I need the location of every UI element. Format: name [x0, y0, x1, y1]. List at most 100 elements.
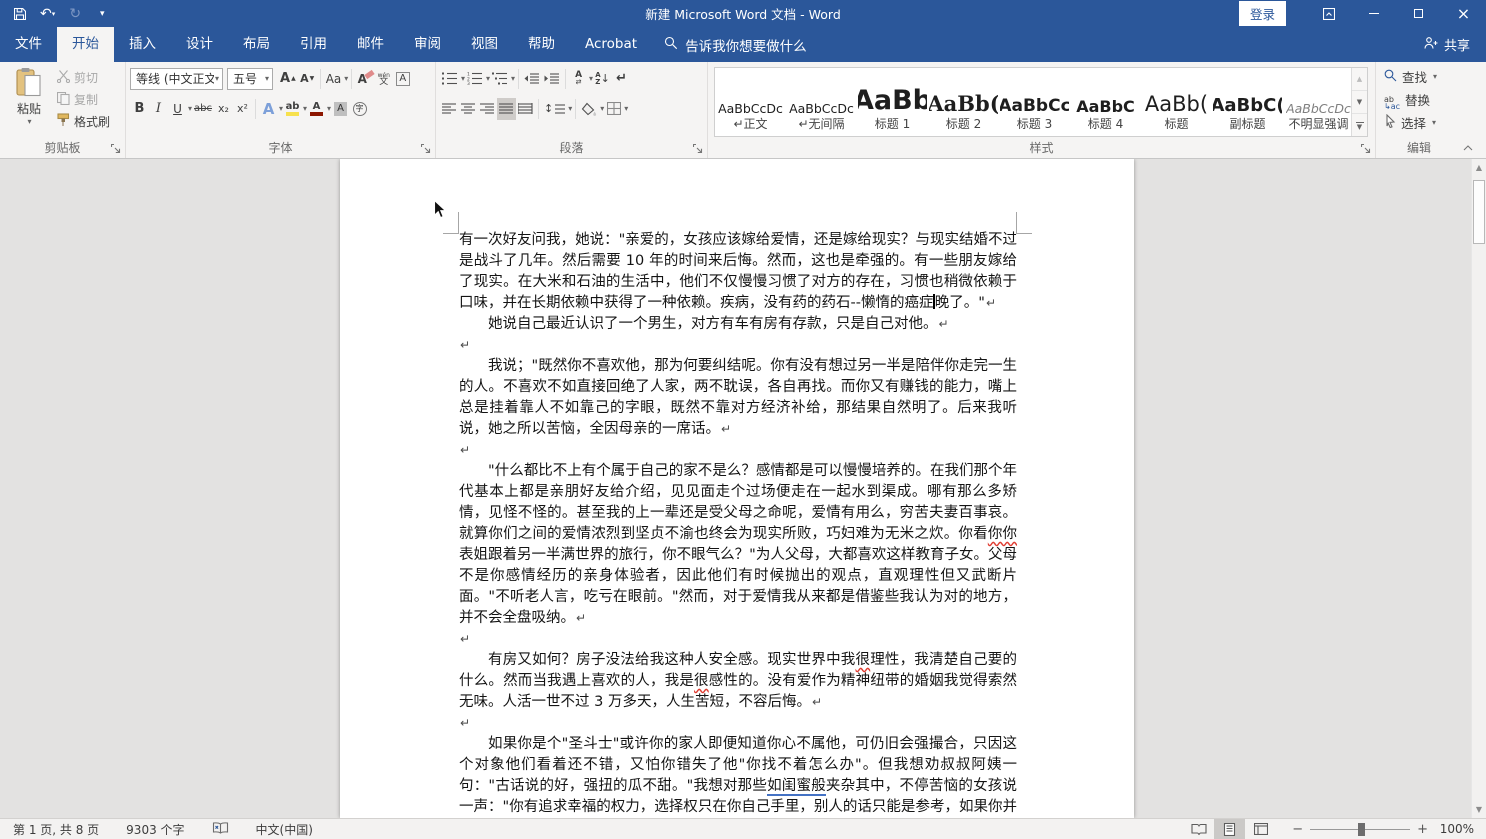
tab-home[interactable]: 开始: [57, 27, 114, 62]
page-indicator[interactable]: 第 1 页, 共 8 页: [13, 821, 99, 838]
gallery-more-icon[interactable]: ▼: [1352, 114, 1367, 136]
save-icon[interactable]: [13, 4, 27, 24]
style-item-7[interactable]: AaBbC(副标题: [1212, 68, 1283, 136]
style-item-4[interactable]: AaBbCc标题 3: [999, 68, 1070, 136]
sign-in-button[interactable]: 登录: [1239, 1, 1286, 26]
justify-button[interactable]: [497, 98, 516, 120]
language-indicator[interactable]: 中文(中国): [256, 821, 313, 838]
change-case-dropdown-icon[interactable]: ▾: [344, 74, 348, 83]
style-item-3[interactable]: AaBb(标题 2: [928, 68, 999, 136]
font-color-button[interactable]: A: [307, 98, 326, 120]
share-button[interactable]: 共享: [1424, 27, 1486, 62]
styles-dialog-launcher-icon[interactable]: [1360, 143, 1372, 155]
collapse-ribbon-icon[interactable]: [1459, 142, 1477, 154]
style-item-6[interactable]: AaBb(标题: [1141, 68, 1212, 136]
underline-button[interactable]: U: [168, 98, 187, 120]
tab-insert[interactable]: 插入: [114, 27, 171, 62]
scrollbar-thumb[interactable]: [1473, 180, 1485, 244]
change-case-button[interactable]: Aa: [324, 68, 344, 90]
font-dialog-launcher-icon[interactable]: [420, 143, 432, 155]
scroll-down-icon[interactable]: ▼: [1472, 801, 1486, 818]
style-item-5[interactable]: AaBbC标题 4: [1070, 68, 1141, 136]
cut-button[interactable]: 剪切: [57, 68, 110, 87]
paste-button[interactable]: 粘贴 ▾: [4, 65, 54, 131]
style-item-1[interactable]: AaBbCcDc↵无间隔: [786, 68, 857, 136]
italic-button[interactable]: I: [149, 98, 168, 120]
paragraph[interactable]: 她说自己最近认识了一个男生，对方有车有房有存款，只是自己对他。↵: [459, 314, 1017, 335]
strikethrough-button[interactable]: abc: [192, 98, 214, 120]
align-right-button[interactable]: [478, 98, 497, 120]
paragraph-dialog-launcher-icon[interactable]: [692, 143, 704, 155]
paste-dropdown-icon[interactable]: ▾: [27, 117, 31, 126]
sort-button[interactable]: AZ↓: [593, 68, 612, 90]
line-spacing-button[interactable]: ↕: [542, 98, 567, 120]
borders-button[interactable]: [604, 98, 623, 120]
paragraph[interactable]: 如果你是个"圣斗士"或许你的家人即便知道你心不属他，可仍旧会强撮合，只因这个对象…: [459, 734, 1017, 818]
select-button[interactable]: 选择 ▾: [1384, 111, 1460, 134]
bullets-button[interactable]: [440, 68, 460, 90]
clipboard-dialog-launcher-icon[interactable]: [110, 143, 122, 155]
style-item-0[interactable]: AaBbCcDc↵正文: [715, 68, 786, 136]
decrease-indent-button[interactable]: [522, 68, 542, 90]
undo-icon[interactable]: ↶▾: [40, 4, 55, 24]
paragraph[interactable]: 有一次好友问我，她说："亲爱的，女孩应该嫁给爱情，还是嫁给现实？与现实结婚不过是…: [459, 230, 1017, 314]
shrink-font-button[interactable]: A▼: [298, 68, 317, 90]
zoom-in-icon[interactable]: +: [1417, 822, 1428, 837]
copy-button[interactable]: 复制: [57, 90, 110, 109]
select-dropdown-icon[interactable]: ▾: [1432, 118, 1436, 127]
asian-layout-button[interactable]: A⇄: [569, 68, 588, 90]
find-button[interactable]: 查找 ▾: [1384, 65, 1460, 88]
gallery-down-icon[interactable]: ▼: [1352, 91, 1367, 114]
qat-customize-icon[interactable]: ▾: [95, 4, 109, 24]
subscript-button[interactable]: x₂: [214, 98, 233, 120]
style-item-8[interactable]: AaBbCcDc不明显强调: [1283, 68, 1351, 136]
font-size-combo[interactable]: 五号 ▾: [227, 68, 273, 90]
vertical-scrollbar[interactable]: ▲ ▼: [1471, 159, 1486, 818]
line-spacing-dropdown-icon[interactable]: ▾: [568, 104, 572, 113]
find-dropdown-icon[interactable]: ▾: [1433, 72, 1437, 81]
zoom-percentage[interactable]: 100%: [1434, 822, 1474, 836]
highlight-color-button[interactable]: ab: [283, 98, 302, 120]
web-layout-icon[interactable]: [1245, 819, 1276, 839]
word-count[interactable]: 9303 个字: [126, 821, 184, 838]
text-effects-button[interactable]: A: [259, 98, 278, 120]
show-hide-marks-button[interactable]: ↵: [612, 68, 631, 90]
bold-button[interactable]: B: [130, 98, 149, 120]
superscript-button[interactable]: x²: [233, 98, 252, 120]
print-layout-icon[interactable]: [1214, 819, 1245, 839]
zoom-thumb[interactable]: [1358, 823, 1365, 836]
tab-design[interactable]: 设计: [171, 27, 228, 62]
paragraph[interactable]: ↵: [459, 440, 1017, 461]
minimize-icon[interactable]: [1351, 0, 1396, 27]
paragraph[interactable]: 有房又如何？房子没法给我这种人安全感。现实世界中我很理性，我清楚自己要的什么。然…: [459, 650, 1017, 713]
character-shading-button[interactable]: A: [331, 98, 350, 120]
align-center-button[interactable]: [459, 98, 478, 120]
distribute-button[interactable]: [516, 98, 535, 120]
replace-button[interactable]: ab↳ac 替换: [1384, 88, 1460, 111]
tab-view[interactable]: 视图: [456, 27, 513, 62]
font-name-combo[interactable]: 等线 (中文正文 ▾: [130, 68, 223, 90]
ribbon-display-options-icon[interactable]: [1306, 0, 1351, 27]
borders-dropdown-icon[interactable]: ▾: [624, 104, 628, 113]
paragraph[interactable]: ↵: [459, 629, 1017, 650]
paragraph[interactable]: 我说；"既然你不喜欢他，那为何要纠结呢。你有没有想过另一半是陪伴你走完一生的人。…: [459, 356, 1017, 440]
clear-formatting-button[interactable]: A: [355, 68, 374, 90]
phonetic-guide-button[interactable]: wén文: [374, 68, 393, 90]
paragraph[interactable]: "什么都比不上有个属于自己的家不是么？感情都是可以慢慢培养的。在我们那个年代基本…: [459, 461, 1017, 629]
tab-file[interactable]: 文件: [0, 27, 57, 62]
zoom-out-icon[interactable]: −: [1292, 822, 1303, 837]
format-painter-button[interactable]: 格式刷: [57, 112, 110, 131]
tab-help[interactable]: 帮助: [513, 27, 570, 62]
tab-review[interactable]: 审阅: [399, 27, 456, 62]
character-border-button[interactable]: A: [393, 68, 412, 90]
multilevel-list-button[interactable]: [490, 68, 510, 90]
style-item-2[interactable]: AaBb标题 1: [857, 68, 928, 136]
paragraph[interactable]: ↵: [459, 713, 1017, 734]
read-mode-icon[interactable]: [1183, 819, 1214, 839]
document-page[interactable]: 有一次好友问我，她说："亲爱的，女孩应该嫁给爱情，还是嫁给现实？与现实结婚不过是…: [340, 159, 1134, 818]
increase-indent-button[interactable]: [542, 68, 562, 90]
zoom-slider[interactable]: − +: [1292, 822, 1428, 837]
grow-font-button[interactable]: A▲: [278, 68, 298, 90]
maximize-icon[interactable]: [1396, 0, 1441, 27]
tab-references[interactable]: 引用: [285, 27, 342, 62]
